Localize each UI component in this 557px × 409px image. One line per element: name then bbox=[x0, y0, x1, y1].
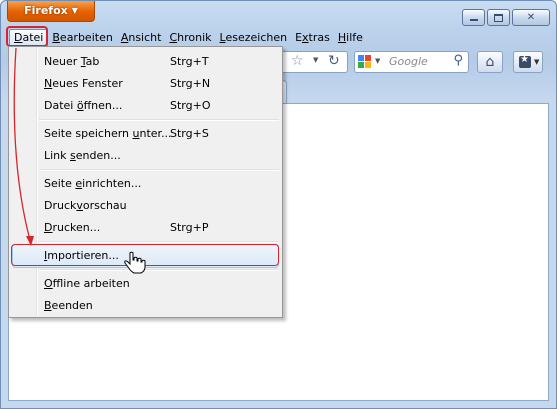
annotation-arrow bbox=[13, 47, 31, 241]
hand-cursor-icon bbox=[124, 251, 146, 274]
annotation-overlay bbox=[13, 47, 146, 274]
arrow-head-icon bbox=[26, 236, 34, 246]
